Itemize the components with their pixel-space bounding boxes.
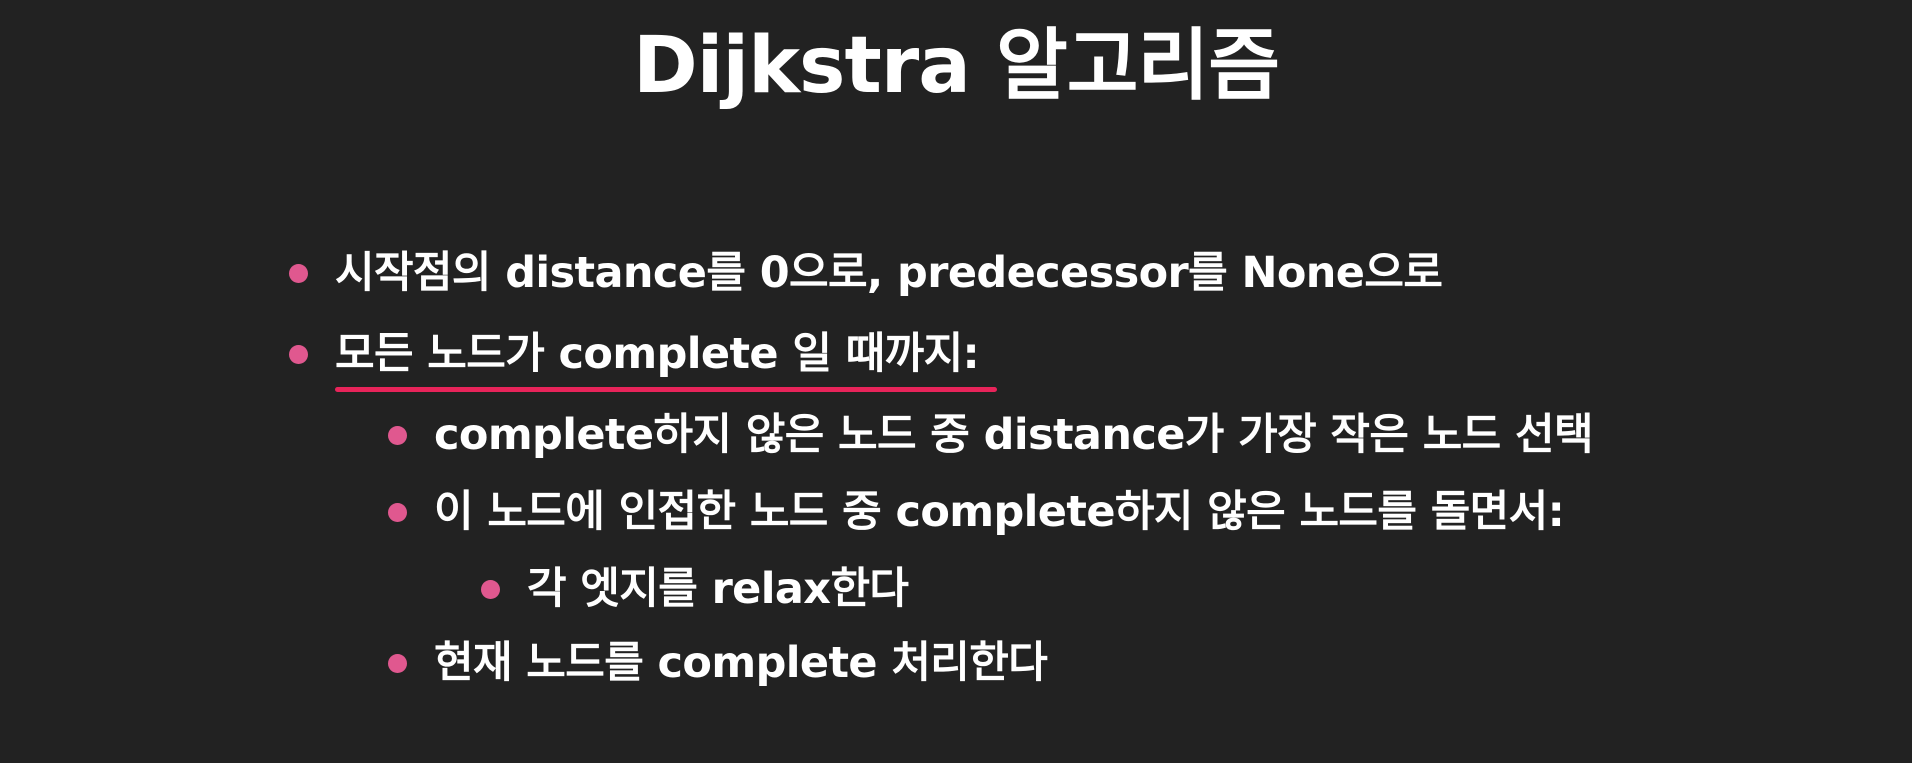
bullet-text: 모든 노드가 complete 일 때까지: [335,324,997,392]
bullet-dot-icon [289,344,308,364]
bullet-item: 시작점의 distance를 0으로, predecessor를 None으로 [289,243,1443,303]
bullet-dot-icon [289,263,308,283]
bullet-item: 이 노드에 인접한 노드 중 complete하지 않은 노드를 돌면서: [388,482,1565,542]
bullet-text: 현재 노드를 complete 처리한다 [434,638,1048,688]
bullet-item: 현재 노드를 complete 처리한다 [388,633,1048,693]
bullet-item: complete하지 않은 노드 중 distance가 가장 작은 노드 선택 [388,405,1594,465]
bullet-dot-icon [481,579,500,599]
bullet-dot-icon [388,502,407,522]
bullet-text: 시작점의 distance를 0으로, predecessor를 None으로 [335,248,1443,298]
highlight-underline [335,387,997,392]
bullet-item: 모든 노드가 complete 일 때까지: [289,324,997,392]
underlined-text: 모든 노드가 complete 일 때까지: [335,329,980,379]
bullet-text: 각 엣지를 relax한다 [527,564,909,614]
bullet-item: 각 엣지를 relax한다 [481,559,909,619]
bullet-dot-icon [388,653,407,673]
bullet-text: complete하지 않은 노드 중 distance가 가장 작은 노드 선택 [434,410,1594,460]
slide-title: Dijkstra 알고리즘 [632,21,1280,111]
bullet-dot-icon [388,425,407,445]
bullet-text: 이 노드에 인접한 노드 중 complete하지 않은 노드를 돌면서: [434,487,1565,537]
slide: Dijkstra 알고리즘 시작점의 distance를 0으로, predec… [0,0,1912,763]
